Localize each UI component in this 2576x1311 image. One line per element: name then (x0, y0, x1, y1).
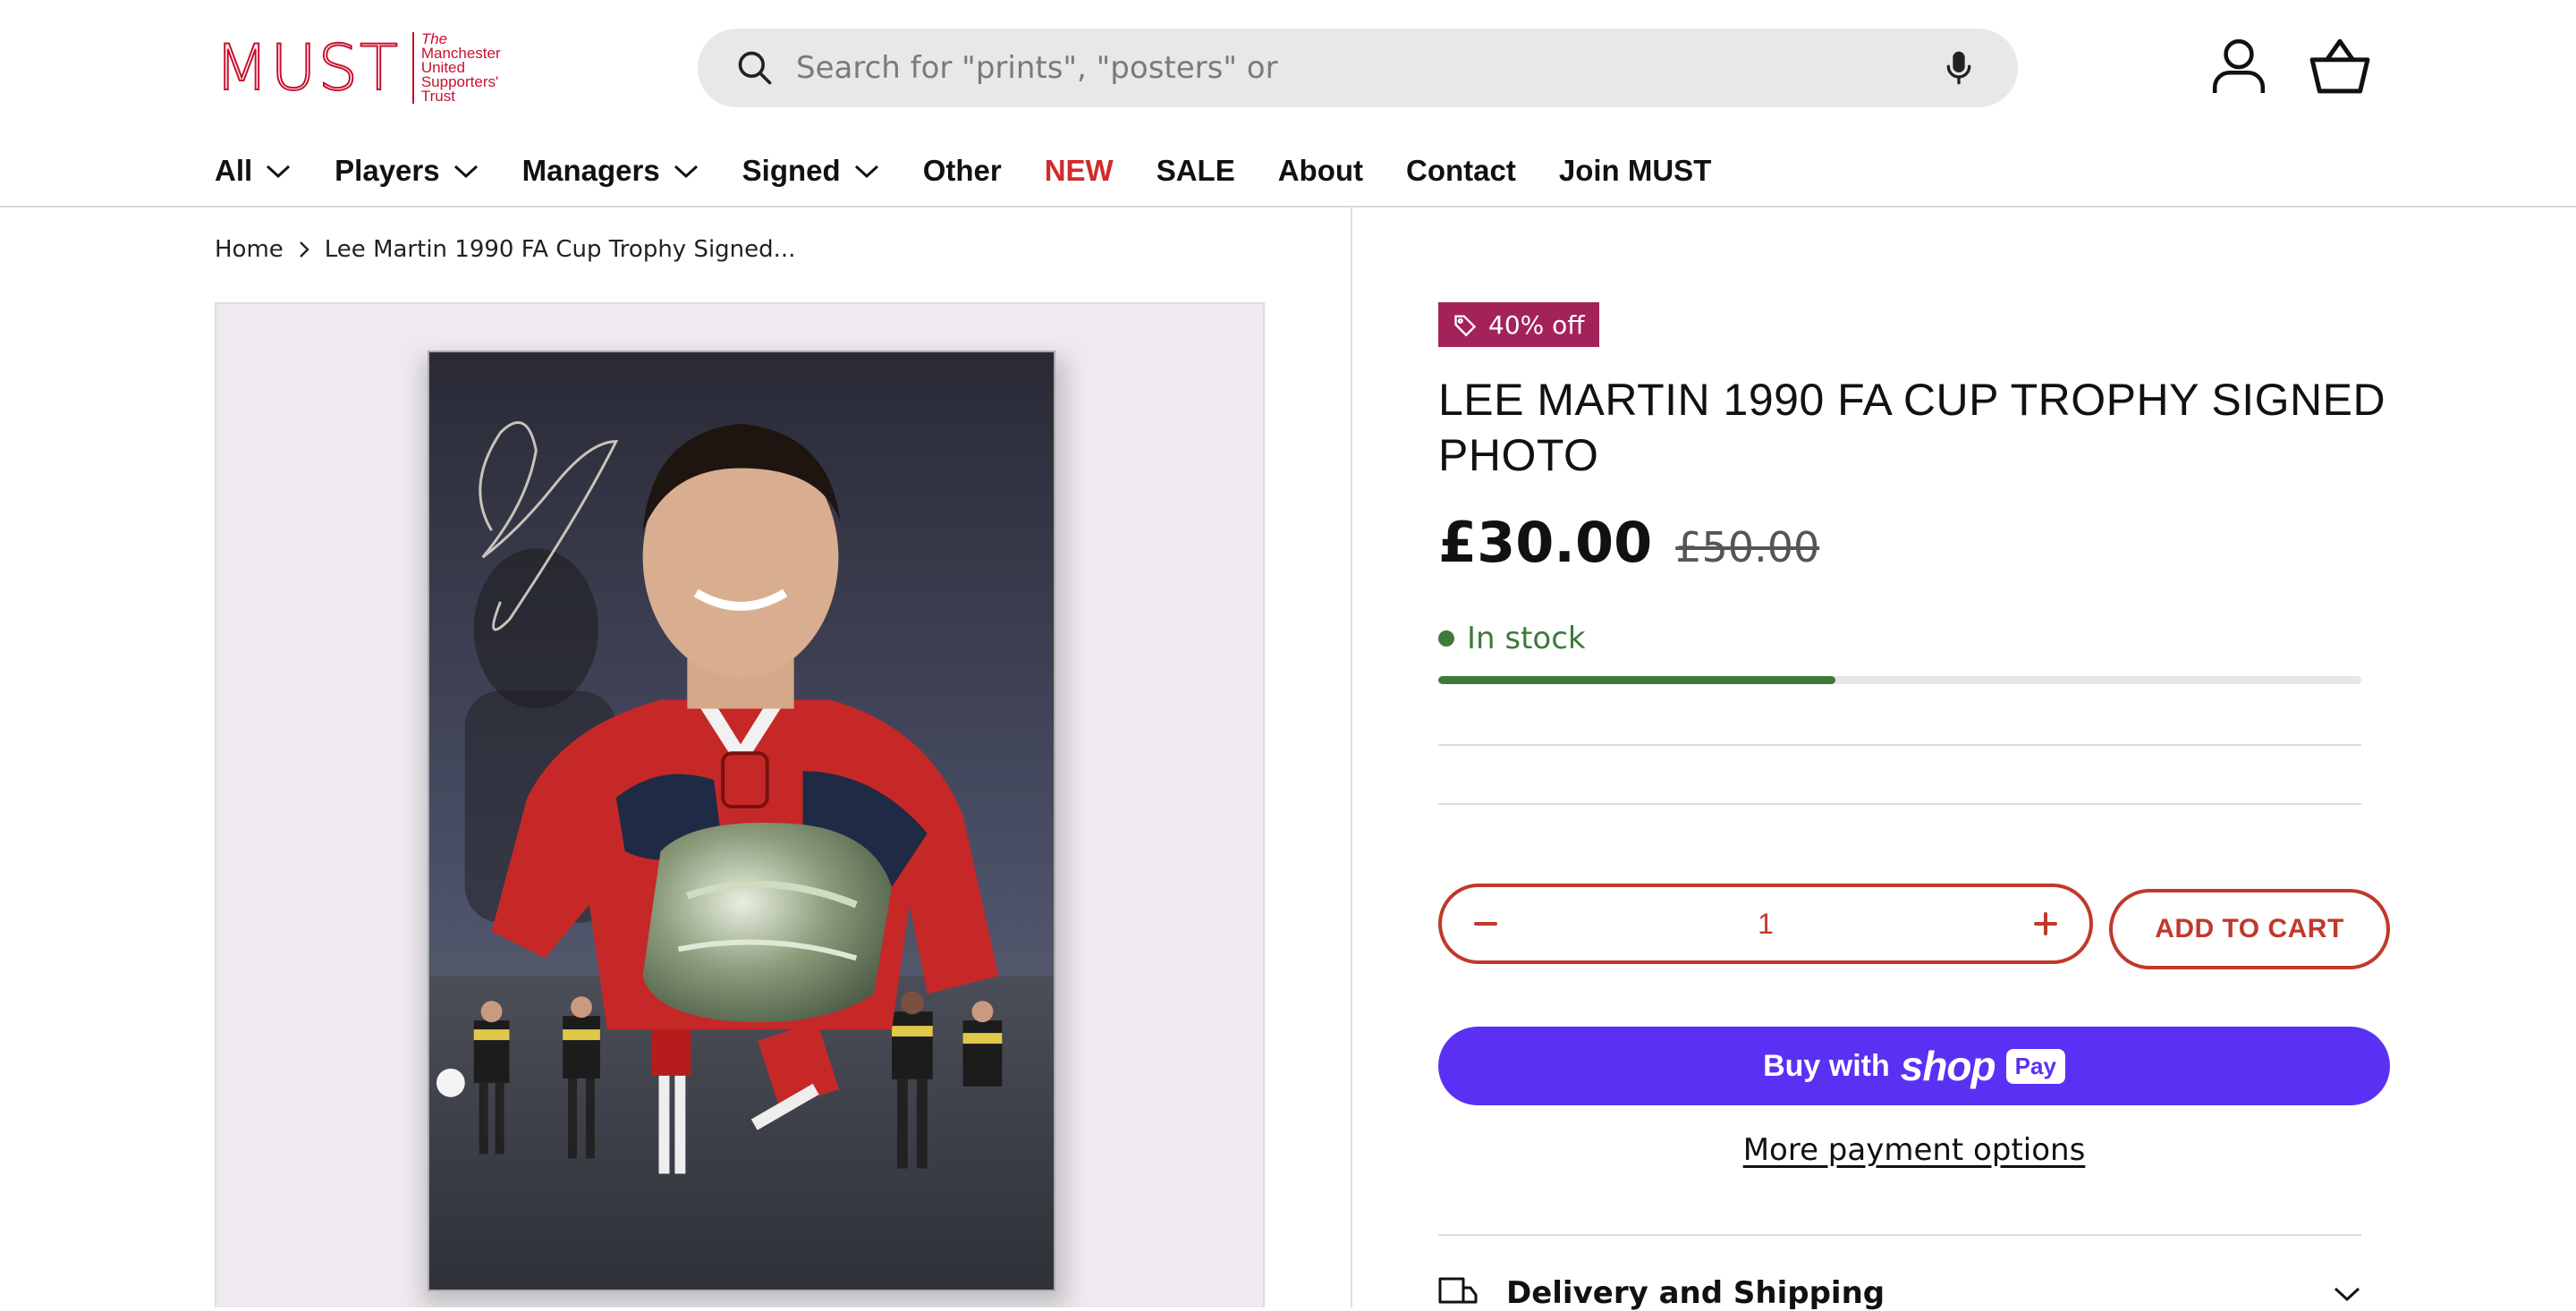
stock-indicator-dot (1438, 630, 1454, 647)
divider (1438, 1234, 2361, 1236)
basket-icon[interactable] (2308, 36, 2372, 95)
shop-pay-button[interactable]: Buy with shop Pay (1438, 1027, 2390, 1105)
discount-label: 40% off (1488, 309, 1585, 340)
original-price: £50.00 (1675, 523, 1820, 571)
chevron-down-icon (674, 165, 698, 179)
search-input[interactable] (794, 41, 1868, 95)
stock-status: In stock (1438, 621, 1586, 656)
shop-pay-label: Buy with (1763, 1048, 1890, 1083)
stock-label: In stock (1467, 621, 1586, 656)
column-divider (1351, 207, 1352, 1307)
shop-pay-badge: Pay (2005, 1048, 2065, 1084)
nav-item-other[interactable]: Other (923, 154, 1002, 188)
delivery-accordion-title: Delivery and Shipping (1506, 1275, 1885, 1311)
shop-pay-brand: shop (1900, 1043, 1996, 1089)
logo-tagline-line: Trust (420, 88, 455, 105)
quantity-input[interactable] (1549, 898, 1982, 950)
nav-item-label: Managers (521, 154, 660, 187)
site-logo[interactable]: MUST The Manchester United Supporters' T… (214, 31, 537, 105)
breadcrumb: Home Lee Martin 1990 FA Cup Trophy Signe… (215, 236, 795, 263)
delivery-accordion[interactable]: Delivery and Shipping (1438, 1275, 2361, 1311)
nav-item-label: Players (335, 154, 440, 187)
search-icon[interactable] (735, 48, 775, 88)
main-nav: All Players Managers Signed Other NEW SA… (215, 148, 1754, 193)
more-payment-options-link[interactable]: More payment options (1438, 1132, 2390, 1168)
divider (1438, 803, 2361, 805)
price-row: £30.00 £50.00 (1438, 510, 1819, 575)
site-header: MUST The Manchester United Supporters' T… (0, 0, 2576, 207)
chevron-down-icon (453, 165, 478, 179)
logo-wordmark: MUST (214, 31, 400, 105)
chevron-right-icon (299, 241, 309, 258)
nav-item-label: All (215, 154, 253, 187)
current-price: £30.00 (1438, 510, 1653, 575)
price-tag-icon (1454, 315, 1477, 337)
chevron-down-icon (854, 165, 878, 179)
nav-item-join[interactable]: Join MUST (1559, 154, 1712, 188)
quantity-increase-button[interactable] (2020, 898, 2072, 950)
stock-level-bar (1438, 676, 2361, 684)
account-icon[interactable] (2209, 36, 2268, 95)
nav-item-all[interactable]: All (215, 154, 292, 188)
stock-level-fill (1438, 676, 1835, 684)
minus-icon (1474, 922, 1497, 926)
quantity-stepper (1438, 884, 2093, 964)
product-image[interactable] (428, 351, 1055, 1291)
nav-item-sale[interactable]: SALE (1157, 154, 1235, 188)
nav-item-signed[interactable]: Signed (742, 154, 880, 188)
nav-item-players[interactable]: Players (335, 154, 479, 188)
nav-item-about[interactable]: About (1278, 154, 1363, 188)
microphone-icon[interactable] (1941, 50, 1977, 86)
quantity-decrease-button[interactable] (1460, 898, 1512, 950)
discount-badge: 40% off (1438, 302, 1599, 347)
nav-item-contact[interactable]: Contact (1406, 154, 1516, 188)
add-to-cart-button[interactable]: ADD TO CART (2109, 889, 2390, 969)
chevron-down-icon (267, 165, 291, 179)
search-bar[interactable] (698, 29, 2018, 107)
nav-item-new[interactable]: NEW (1045, 154, 1114, 188)
breadcrumb-current: Lee Martin 1990 FA Cup Trophy Signed... (324, 236, 796, 263)
breadcrumb-home[interactable]: Home (215, 236, 284, 263)
product-title: LEE MARTIN 1990 FA CUP TROPHY SIGNED PHO… (1438, 375, 2386, 480)
nav-item-managers[interactable]: Managers (522, 154, 699, 188)
logo-tagline: The Manchester United Supporters' Trust (411, 31, 501, 105)
truck-icon (1438, 1277, 1478, 1304)
product-gallery[interactable] (215, 302, 1265, 1307)
divider (1438, 744, 2361, 746)
plus-icon (2034, 912, 2057, 935)
chevron-down-icon (2334, 1287, 2360, 1302)
nav-item-label: Signed (741, 154, 841, 187)
